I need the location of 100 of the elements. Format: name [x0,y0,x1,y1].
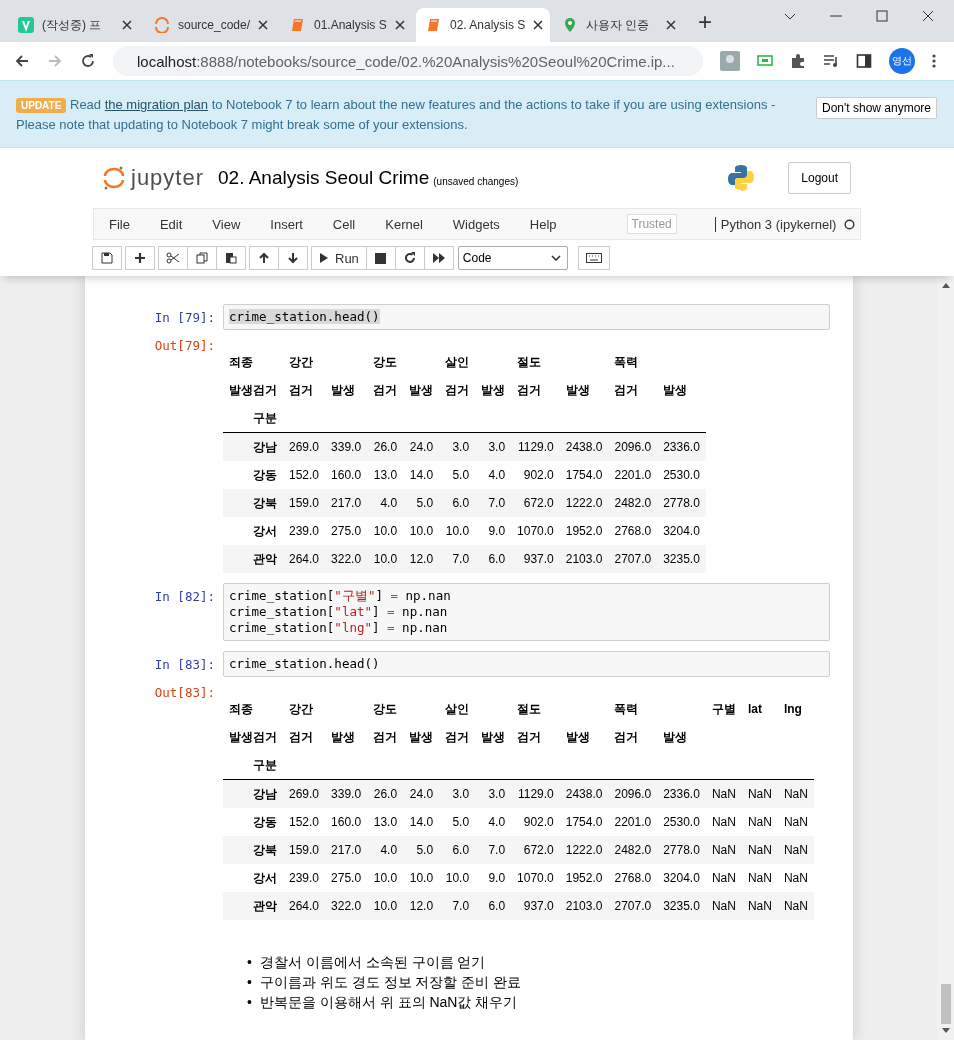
column-header: 폭력 [613,353,640,371]
restart-button[interactable] [394,246,425,270]
scroll-up-icon[interactable] [941,282,950,288]
table-cell: 7.0 [475,489,512,517]
column-header: 강간 [288,353,314,371]
column-header: 강도 [372,700,399,718]
column-header: 강도 [372,353,399,371]
menu-item[interactable]: File [109,216,130,232]
table-cell: NaN [741,864,778,892]
table-cell: 2768.0 [608,517,658,545]
reload-icon[interactable] [80,53,96,69]
table-cell: 937.0 [511,892,560,920]
menu-item[interactable]: Widgets [452,216,500,232]
menu-item[interactable]: Edit [159,216,183,232]
browser-tab[interactable]: 사용자 인증 [552,8,686,42]
row-index: 강남 [223,432,283,461]
table-cell: 4.0 [367,489,404,517]
table-cell: 1952.0 [559,517,609,545]
kernel-name[interactable]: Python 3 (ipykernel) [714,216,837,232]
move-down-button[interactable] [278,246,308,270]
table-cell: NaN [777,864,814,892]
browser-tab[interactable]: source_code/ [144,8,278,42]
puzzle-icon[interactable] [790,53,806,69]
column-header: 절도 [516,700,543,718]
close-icon[interactable] [258,20,269,30]
table-cell: 1952.0 [559,864,609,892]
cell-type-dropdown[interactable]: Code [457,246,568,270]
map-pin-icon [562,17,578,33]
menu-item[interactable]: Cell [332,216,356,232]
table-cell: 5.0 [439,461,476,489]
code-line: crime_station.head() [229,656,381,672]
table-cell: 10.0 [403,517,440,545]
browser-tab[interactable]: 01.Analysis S [280,8,414,42]
side-panel-icon[interactable] [856,53,872,69]
logout-button[interactable]: Logout [788,162,851,194]
table-cell: 3235.0 [657,545,706,573]
code-input[interactable]: crime_station.head() [223,651,830,677]
save-button[interactable] [92,246,122,270]
profile-avatar[interactable]: 영선 [889,48,915,74]
close-icon[interactable] [394,20,405,30]
table-cell: 10.0 [439,517,476,545]
row-index: 강서 [223,864,283,892]
input-prompt: In [83]: [153,656,216,672]
ring-icon [154,17,170,33]
close-icon[interactable] [122,20,132,30]
dismiss-button[interactable]: Don't show anymore [816,97,937,119]
migration-plan-link[interactable]: the migration plan [104,97,209,112]
move-up-button[interactable] [249,246,279,270]
column-header: 절도 [516,353,543,371]
new-tab-button[interactable]: + [688,8,722,42]
maximize-icon[interactable] [876,10,888,22]
notebook-title[interactable]: 02. Analysis Seoul Crime [218,167,430,189]
paste-button[interactable] [216,246,246,270]
stop-button[interactable] [365,246,396,270]
browser-tab[interactable]: (작성중) 프 [8,8,142,42]
close-icon[interactable] [922,10,934,22]
table-cell: 10.0 [439,864,476,892]
playlist-icon[interactable] [823,53,839,69]
table-cell: 1222.0 [559,489,609,517]
fast-forward-button[interactable] [423,246,454,270]
scissors-icon [166,252,180,264]
menu-item[interactable]: View [212,216,241,232]
keyboard-button[interactable] [577,246,610,270]
table-cell: 239.0 [283,864,326,892]
run-button[interactable]: Run [311,246,367,270]
table-cell: 217.0 [325,489,368,517]
code-line: crime_station["lng"] = np.nan [229,620,449,636]
table-cell: 2438.0 [559,432,609,461]
table-cell: 2778.0 [657,489,706,517]
close-icon[interactable] [533,20,544,30]
address-field[interactable]: localhost:8888/notebooks/source_code/02.%20Analysis%20Seoul%20Crime.ip... [113,46,703,76]
jupyter-logo[interactable]: jupyter [103,165,205,191]
python-logo-icon [726,163,757,193]
scroll-thumb[interactable] [940,984,951,1024]
input-prompt: In [82]: [153,588,216,604]
table-cell: 275.0 [325,517,368,545]
browser-tab[interactable]: 02. Analysis S [416,8,550,42]
cut-button[interactable] [158,246,188,270]
back-arrow-icon[interactable] [14,53,30,69]
add-cell-button[interactable] [125,246,155,270]
more-menu-icon[interactable] [932,53,936,69]
table-cell: 1070.0 [511,864,560,892]
code-input[interactable]: crime_station["구별"] = np.nan crime_station["lat"] = np.nan crime_station["lng"] = np.nan [223,583,830,641]
scroll-down-icon[interactable] [941,1028,950,1034]
code-input[interactable]: crime_station.head() [223,304,830,330]
menu-item[interactable]: Insert [270,216,303,232]
kernel-idle-icon [844,218,856,230]
row-index: 강남 [223,779,283,808]
table-cell: 2103.0 [559,545,609,573]
menu-item[interactable]: Help [529,216,557,232]
column-header: 폭력 [613,700,640,718]
close-icon[interactable] [666,20,676,30]
table-cell: 902.0 [511,808,560,836]
row-index: 강동 [223,461,283,489]
table-cell: NaN [777,779,814,808]
menu-item[interactable]: Kernel [385,216,423,232]
column-header: 발생 [480,381,507,399]
table-cell: 1070.0 [511,517,560,545]
screen-icon[interactable] [757,53,773,69]
column-header: 발생 [330,728,357,746]
